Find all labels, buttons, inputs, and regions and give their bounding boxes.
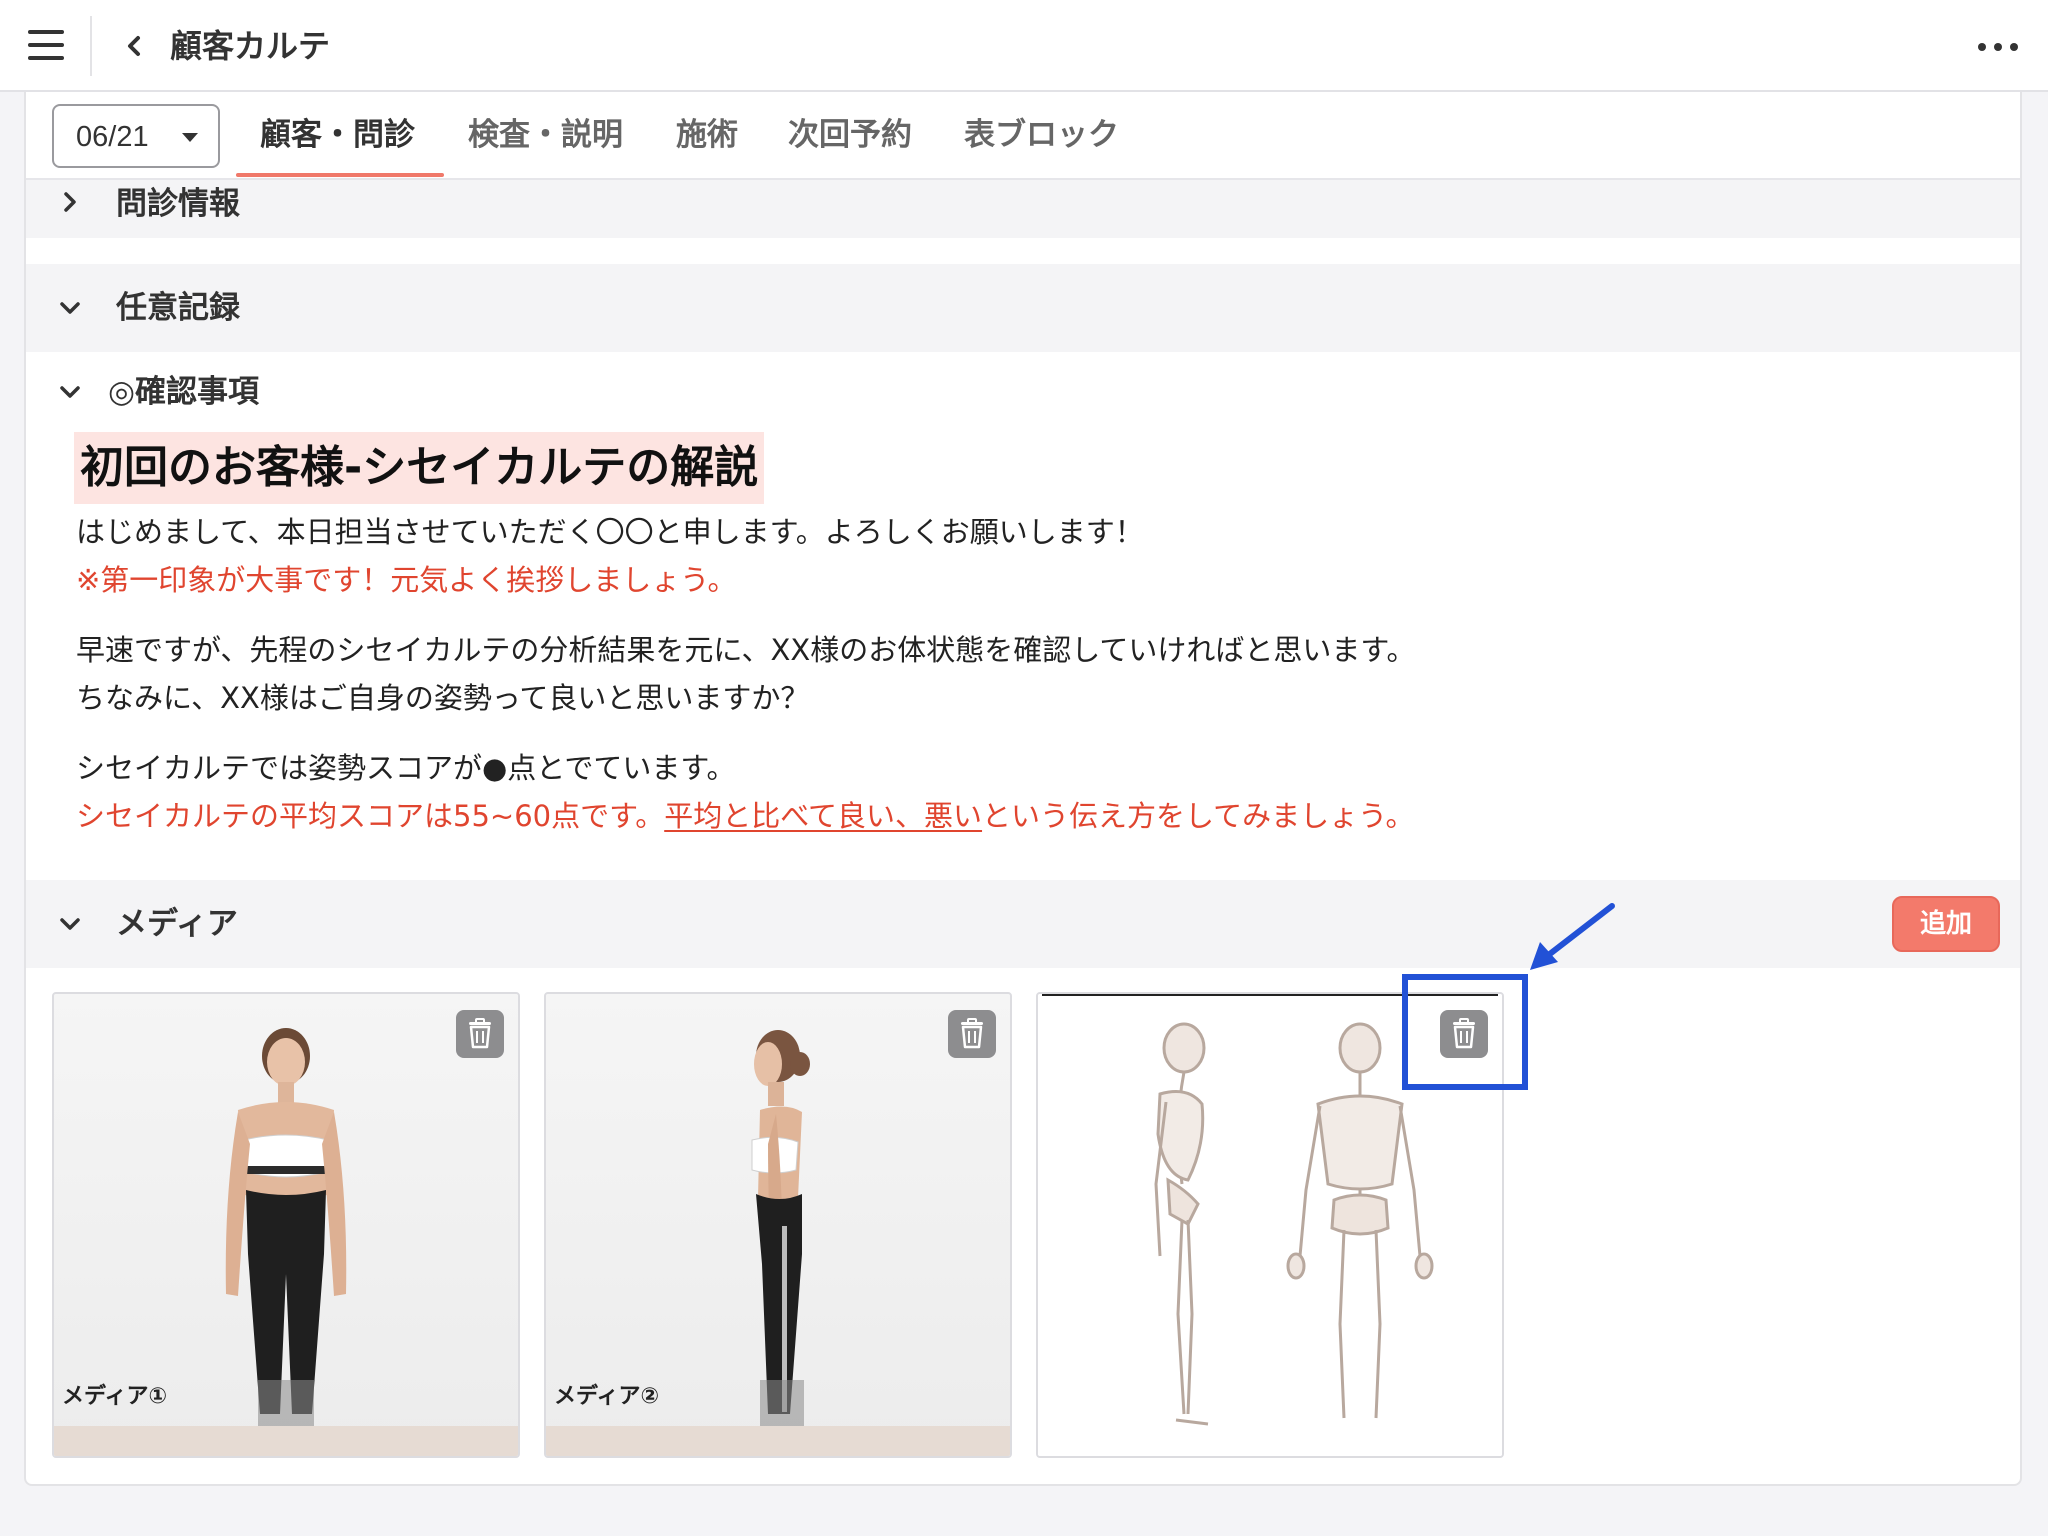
content-text: シセイカルテの平均スコアは55~60点です。 [76,799,665,833]
annotation-arrow-icon [1530,903,1615,970]
trash-icon [469,1018,491,1049]
content-line: はじめまして、本日担当させていただく〇〇と申します。よろしくお願いします！ [76,515,1144,549]
caret-down-icon [182,133,198,142]
media-label: メディア② [554,1384,660,1409]
section-label-optional: 任意記録 [116,290,240,326]
date-select-value: 06/21 [76,121,149,153]
content-heading: 初回のお客様-シセイカルテの解説 [74,432,765,504]
back-button[interactable] [114,24,154,68]
tab-treatment[interactable]: 施術 [676,108,738,162]
content-text: という伝え方をしてみましょう。 [982,799,1415,833]
tab-customer-interview[interactable]: 顧客・問診 [260,108,415,162]
record-card: 06/21 顧客・問診 検査・説明 施術 次回予約 表ブロック 問診情報 任意記… [24,92,2022,1486]
content-line: シセイカルテでは姿勢スコアが●点とでています。 [76,751,736,785]
trash-icon [961,1018,983,1049]
app-header: 顧客カルテ [0,0,2048,92]
section-label-media: メディア [116,906,238,942]
media-card[interactable]: メディア② [544,992,1012,1458]
page-title: 顧客カルテ [170,27,331,65]
chevron-down-icon[interactable] [56,910,84,938]
more-options-icon[interactable] [1976,30,2020,62]
media-card[interactable]: メディア① [52,992,520,1458]
content-line-note: シセイカルテの平均スコアは55~60点です。平均と比べて良い、悪いという伝え方を… [76,796,1414,836]
section-optional-record[interactable]: 任意記録 [26,264,2020,352]
content-line-note: ※第一印象が大事です！元気よく挨拶しましょう。 [76,563,737,597]
menu-icon[interactable] [28,30,64,60]
tab-next-appointment[interactable]: 次回予約 [788,108,912,162]
add-media-button[interactable]: 追加 [1892,896,2000,952]
chevron-down-icon[interactable] [56,294,84,322]
media-label: メディア① [62,1384,168,1409]
delete-media-button[interactable] [948,1010,996,1058]
chevron-left-icon [128,36,140,56]
subsection-label-confirm: ◎確認事項 [108,374,260,410]
section-interview-info[interactable]: 問診情報 [26,180,2020,238]
chevron-right-icon[interactable] [56,188,84,216]
section-media[interactable]: メディア [26,880,2020,968]
header-divider [90,16,92,76]
content-line: 早速ですが、先程のシセイカルテの分析結果を元に、XX様のお体状態を確認していけれ… [76,633,1416,667]
tab-bar: 06/21 顧客・問診 検査・説明 施術 次回予約 表ブロック [26,92,2020,180]
date-select[interactable]: 06/21 [52,104,220,168]
active-tab-indicator [236,173,444,177]
content-line: ちなみに、XX様はご自身の姿勢って良いと思いますか？ [76,681,810,715]
section-label-interview: 問診情報 [116,186,240,222]
tab-table-block[interactable]: 表ブロック [964,108,1119,162]
tab-exam-explanation[interactable]: 検査・説明 [468,108,623,162]
annotation-highlight-box [1402,974,1528,1090]
chevron-down-icon[interactable] [56,378,84,406]
delete-media-button[interactable] [456,1010,504,1058]
content-text-underlined: 平均と比べて良い、悪い [664,799,983,833]
